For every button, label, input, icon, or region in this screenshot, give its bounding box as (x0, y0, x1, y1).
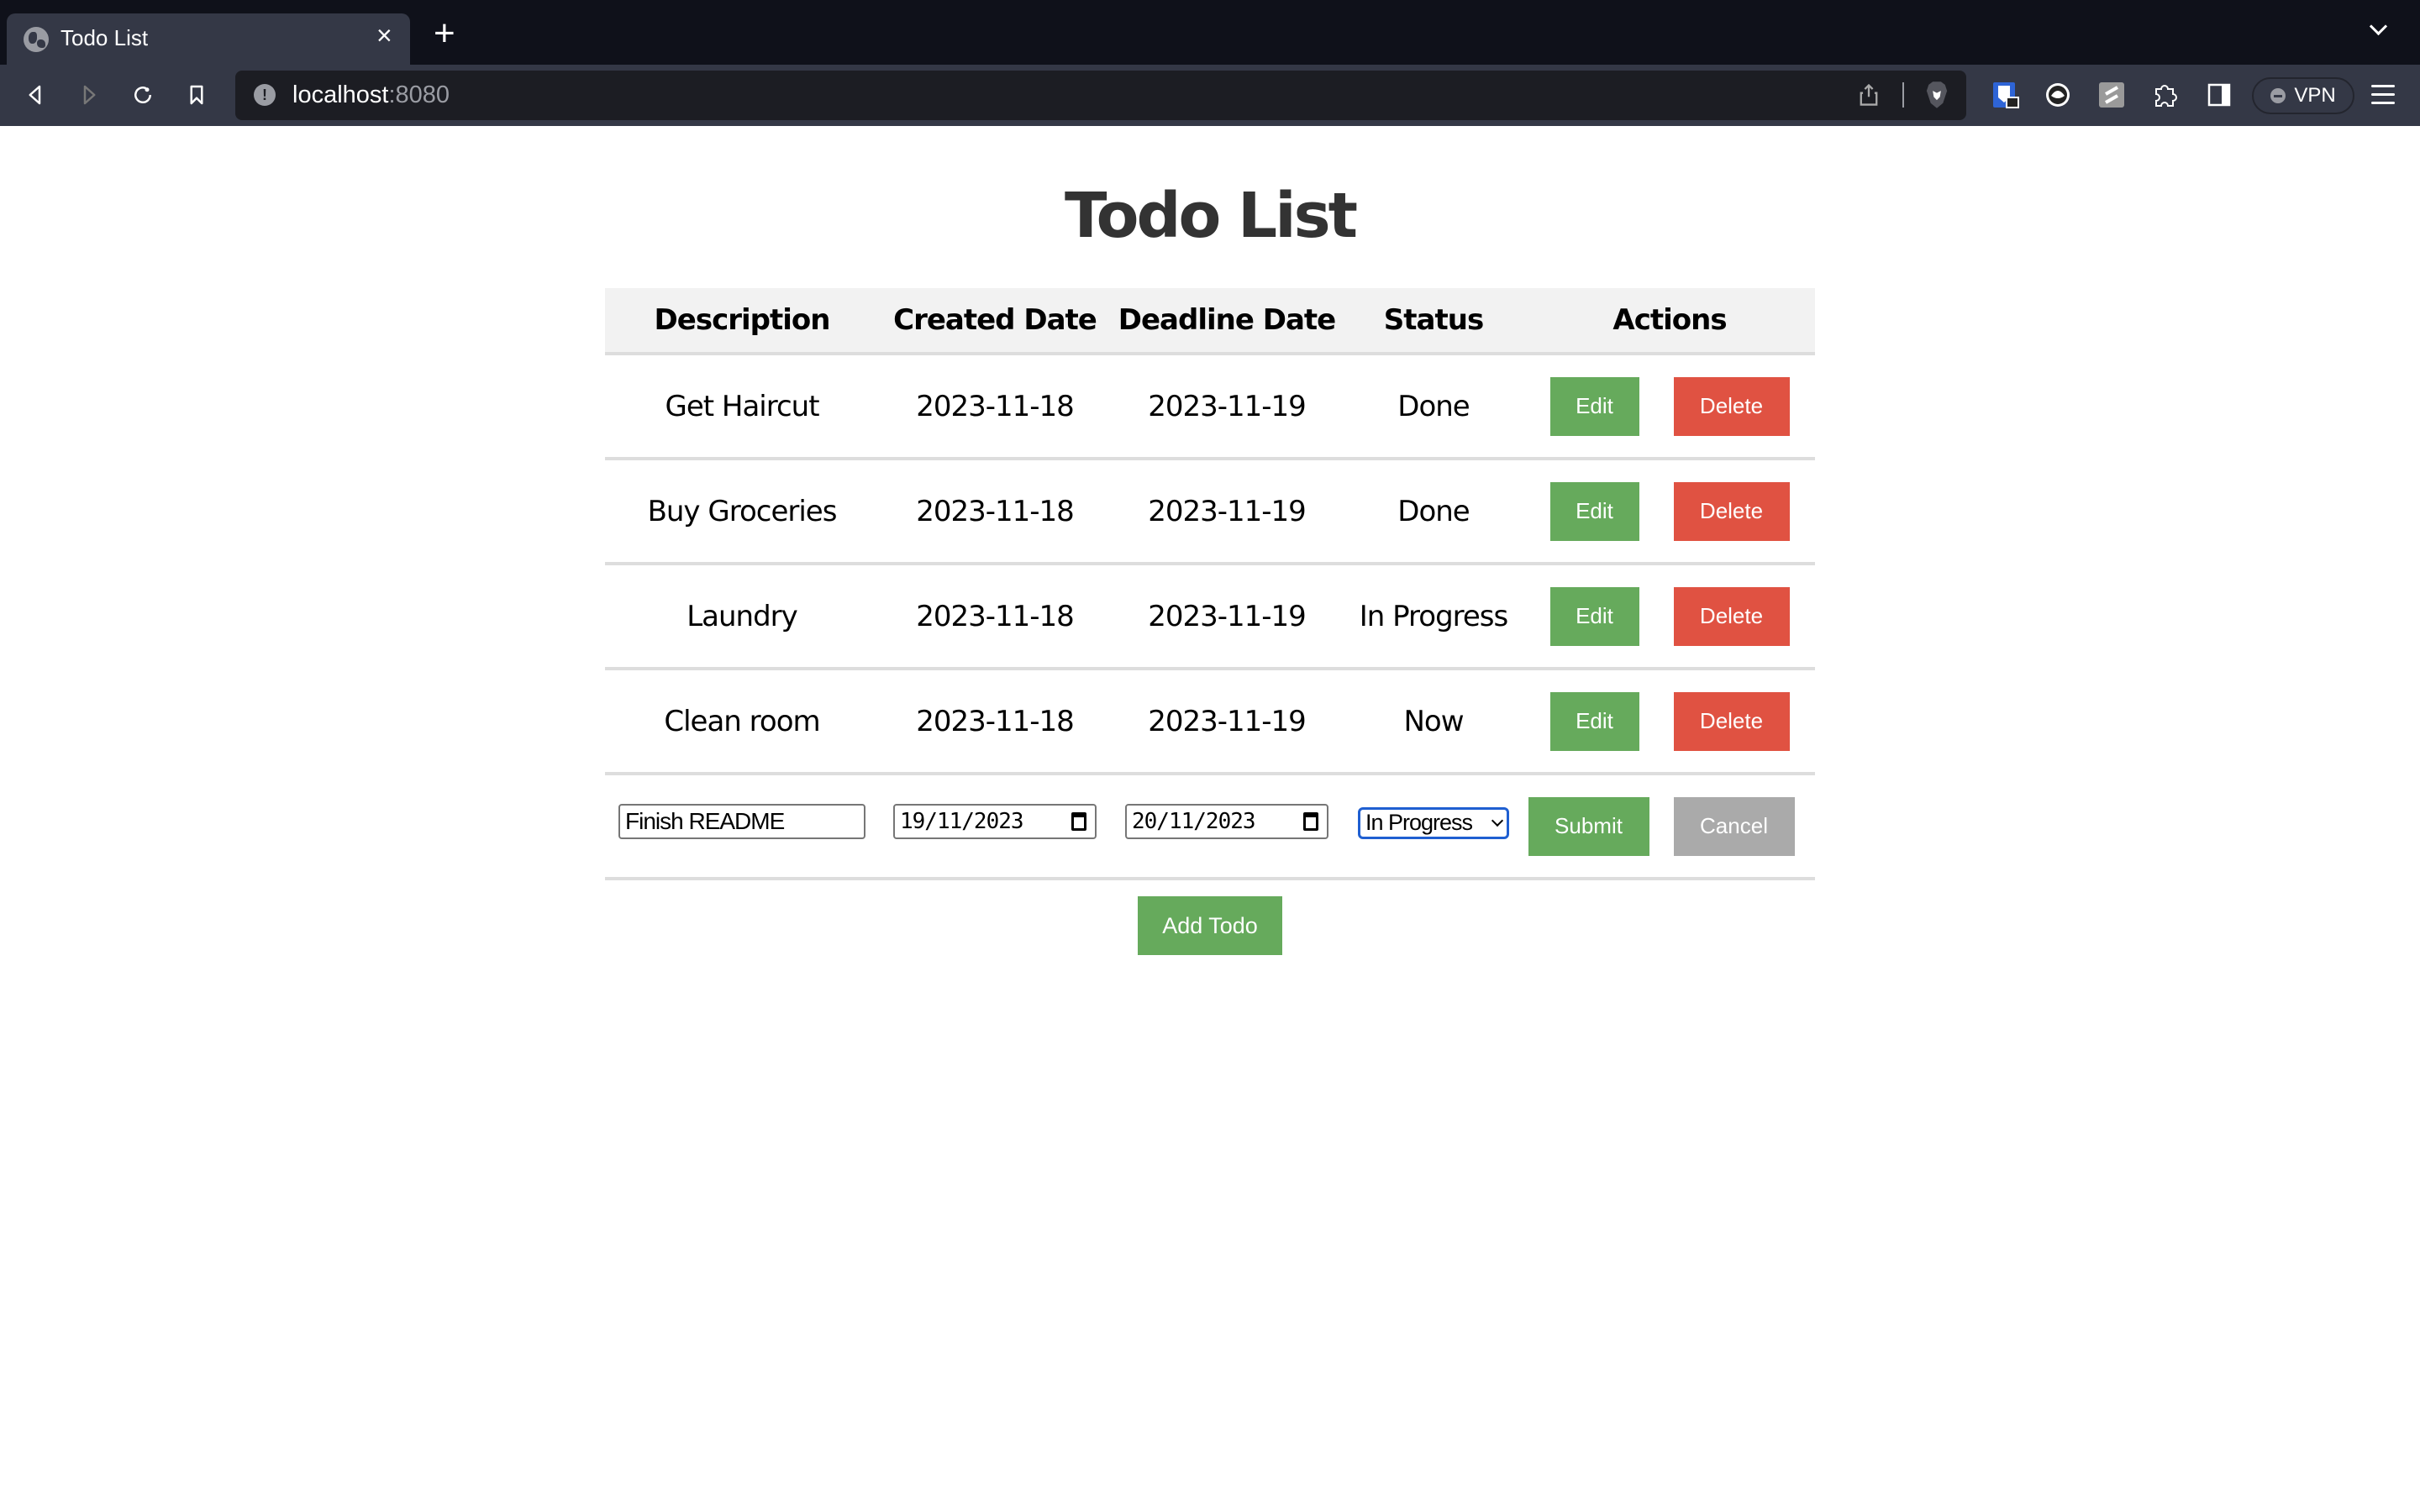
edit-button[interactable]: Edit (1549, 691, 1639, 751)
bookmark-button[interactable] (178, 76, 215, 113)
todo-created-date: 2023-11-18 (916, 704, 1075, 738)
status-select-value: In Progress (1365, 810, 1473, 835)
globe-icon (24, 27, 49, 52)
reload-icon (134, 87, 152, 104)
todo-deadline-date: 2023-11-19 (1148, 599, 1307, 633)
todo-description: Clean room (664, 704, 820, 738)
delete-button[interactable]: Delete (1673, 376, 1790, 436)
column-header: Status (1383, 303, 1484, 337)
vpn-status-icon (2270, 88, 2286, 103)
tab-title: Todo List (60, 25, 149, 50)
brave-shields-icon[interactable] (1924, 81, 1949, 109)
todo-description: Laundry (687, 599, 798, 633)
todo-actions: Edit Delete (1524, 376, 1815, 436)
created-date-value: 19/11/2023 (900, 808, 1024, 834)
add-todo-button[interactable]: Add Todo (1138, 896, 1282, 955)
delete-button[interactable]: Delete (1673, 691, 1790, 751)
bitwarden-extension-icon[interactable] (1991, 81, 2020, 109)
column-header: Actions (1612, 303, 1727, 337)
chevron-down-icon (1491, 814, 1504, 827)
new-tab-button[interactable]: + (434, 15, 455, 52)
page-title: Todo List (1065, 180, 1358, 252)
todo-actions: Edit Delete (1524, 691, 1815, 751)
todo-deadline-date: 2023-11-19 (1148, 704, 1307, 738)
created-date-input[interactable]: 19/11/2023 (893, 803, 1097, 839)
divider (1902, 82, 1904, 108)
deadline-date-value: 20/11/2023 (1132, 808, 1256, 834)
vpn-button[interactable]: VPN (2252, 77, 2354, 114)
column-header: Description (654, 303, 831, 337)
close-tab-icon[interactable]: × (376, 22, 392, 49)
status-select[interactable]: In Progress (1358, 806, 1509, 839)
table-header: Description Created Date Deadline Date S… (605, 288, 1815, 355)
column-header: Deadline Date (1118, 303, 1336, 337)
status-cell: In Progress (1343, 806, 1524, 843)
todo-created-date: 2023-11-18 (916, 599, 1075, 633)
vpn-label: VPN (2294, 84, 2336, 107)
form-actions: Submit Cancel (1524, 796, 1815, 856)
table-row: Buy Groceries 2023-11-18 2023-11-19 Done… (605, 460, 1815, 565)
extension-icon[interactable] (2097, 81, 2126, 109)
todo-status: In Progress (1359, 599, 1508, 633)
todo-actions: Edit Delete (1524, 586, 1815, 646)
url-text[interactable]: localhost:8080 (292, 81, 450, 109)
browser-tab[interactable]: Todo List × (7, 13, 410, 65)
edit-button[interactable]: Edit (1549, 481, 1639, 541)
todo-created-date: 2023-11-18 (916, 389, 1075, 423)
delete-button[interactable]: Delete (1673, 481, 1790, 541)
page-content: Todo List Description Created Date Deadl… (0, 126, 2420, 1512)
extensions-puzzle-icon[interactable] (2151, 81, 2180, 109)
table-row: Clean room 2023-11-18 2023-11-19 Now Edi… (605, 670, 1815, 775)
calendar-icon[interactable] (1303, 811, 1318, 831)
sidebar-toggle-icon[interactable] (2205, 81, 2233, 109)
site-info-icon[interactable]: ! (254, 84, 276, 106)
delete-button[interactable]: Delete (1673, 586, 1790, 646)
created-date-cell: 19/11/2023 (879, 803, 1111, 844)
table-row: Get Haircut 2023-11-18 2023-11-19 Done E… (605, 355, 1815, 460)
back-button[interactable] (17, 76, 54, 113)
todo-actions: Edit Delete (1524, 481, 1815, 541)
submit-button[interactable]: Submit (1528, 796, 1649, 856)
todo-status: Done (1397, 389, 1470, 423)
description-input[interactable]: Finish README (618, 803, 865, 839)
url-host: localhost (292, 81, 389, 108)
todo-deadline-date: 2023-11-19 (1148, 389, 1307, 423)
todo-deadline-date: 2023-11-19 (1148, 494, 1307, 528)
edit-button[interactable]: Edit (1549, 586, 1639, 646)
url-port: :8080 (388, 81, 450, 108)
todo-description: Buy Groceries (647, 494, 838, 528)
todo-description: Get Haircut (665, 389, 819, 423)
back-icon (29, 85, 41, 105)
description-cell: Finish README (605, 803, 879, 844)
bookmark-icon (190, 85, 203, 105)
todo-table: Description Created Date Deadline Date S… (605, 288, 1815, 880)
browser-toolbar: ! localhost:8080 VPN (0, 65, 2420, 126)
forward-icon (83, 85, 96, 105)
tab-list-chevron-icon[interactable] (2370, 20, 2386, 37)
new-todo-form-row: Finish README 19/11/2023 20/11/2023 In P… (605, 775, 1815, 880)
cancel-button[interactable]: Cancel (1673, 796, 1795, 856)
todo-status: Done (1397, 494, 1470, 528)
forward-button[interactable] (71, 76, 108, 113)
tab-strip: Todo List × + (0, 0, 2420, 65)
todo-created-date: 2023-11-18 (916, 494, 1075, 528)
deadline-date-input[interactable]: 20/11/2023 (1125, 803, 1328, 839)
deadline-date-cell: 20/11/2023 (1111, 803, 1343, 844)
reload-button[interactable] (124, 76, 161, 113)
calendar-icon[interactable] (1071, 811, 1086, 831)
extension-icon[interactable] (2044, 81, 2072, 109)
main-menu-icon[interactable] (2371, 85, 2395, 105)
column-header: Created Date (893, 303, 1097, 337)
address-bar[interactable]: ! localhost:8080 (235, 71, 1966, 120)
edit-button[interactable]: Edit (1549, 376, 1639, 436)
table-row: Laundry 2023-11-18 2023-11-19 In Progres… (605, 565, 1815, 670)
share-icon[interactable] (1857, 82, 1881, 108)
todo-status: Now (1403, 704, 1464, 738)
